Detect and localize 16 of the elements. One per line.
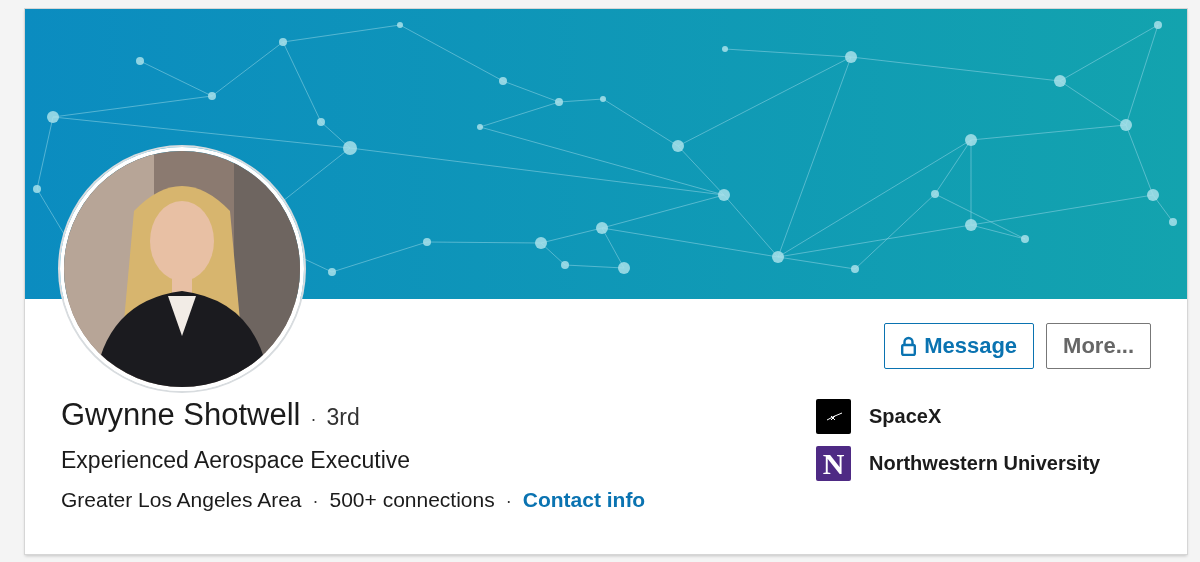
separator-dot: · xyxy=(310,409,317,430)
organization-name[interactable]: Northwestern University xyxy=(869,452,1101,475)
more-button[interactable]: More... xyxy=(1046,323,1151,369)
profile-headline: Experienced Aerospace Executive xyxy=(61,447,412,474)
contact-info-link[interactable]: Contact info xyxy=(522,488,646,512)
separator-dot: · xyxy=(312,491,319,512)
organization-name[interactable]: SpaceX xyxy=(869,405,942,428)
connections-count: 500+ connections xyxy=(329,488,495,512)
lock-icon xyxy=(901,336,917,356)
location: Greater Los Angeles Area xyxy=(61,488,302,512)
message-button[interactable]: Message xyxy=(884,323,1035,369)
profile-name: Gwynne Shotwell xyxy=(61,397,301,433)
company-logo xyxy=(816,399,851,434)
separator-dot: · xyxy=(505,491,512,512)
school-logo: N xyxy=(816,446,851,481)
connection-degree: 3rd xyxy=(326,404,360,431)
